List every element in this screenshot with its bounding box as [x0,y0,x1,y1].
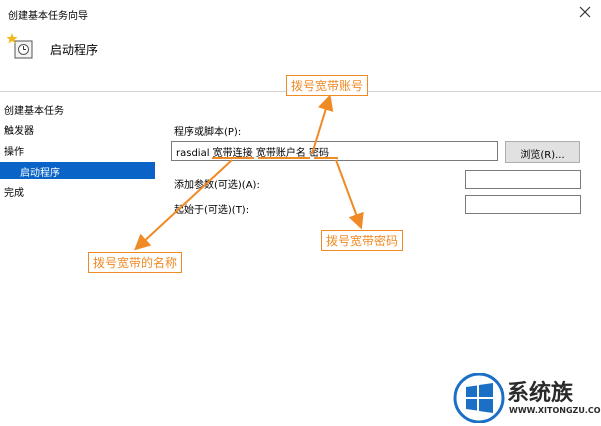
browse-button[interactable]: 浏览(R)... [505,141,580,163]
step-action: 操作 [4,147,24,158]
args-input[interactable] [465,170,581,189]
callout-dialup-account: 拨号宽带账号 [286,75,369,96]
title-bar: 创建基本任务向导 [0,0,601,26]
windows-logo-icon [453,373,505,423]
callout-dialup-password: 拨号宽带密码 [321,230,404,251]
window-title: 创建基本任务向导 [8,11,88,22]
start-in-label: 起始于(可选)(T): [174,205,250,216]
watermark-url: WWW.XITONGZU.COM [509,406,601,415]
task-scheduler-icon [6,33,33,59]
step-start-program: 启动程序 [0,162,155,179]
program-value-command: rasdial [176,148,213,159]
annotation-underline-password [314,157,338,159]
step-trigger: 触发器 [4,126,34,137]
watermark-logo: 系统族 WWW.XITONGZU.COM [451,373,601,426]
start-in-input[interactable] [465,195,581,214]
callout-dialup-name: 拨号宽带的名称 [88,252,183,273]
close-icon[interactable] [577,4,593,20]
watermark-brand: 系统族 [507,381,574,406]
step-finish: 完成 [4,188,24,199]
args-label: 添加参数(可选)(A): [174,180,260,191]
arrow-to-password [335,159,364,230]
step-create-basic-task: 创建基本任务 [4,106,64,117]
page-title: 启动程序 [50,43,99,57]
annotation-underline-account [258,157,310,159]
annotation-underline-connection [212,157,254,159]
program-label: 程序或脚本(P): [174,127,242,138]
